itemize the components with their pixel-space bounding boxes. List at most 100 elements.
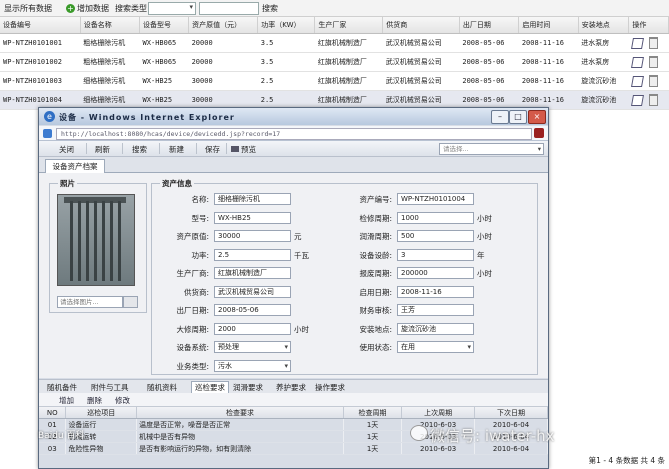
field-input[interactable]: 2000 — [214, 322, 291, 335]
field-label: 生产厂商: — [176, 269, 209, 278]
field-input[interactable]: 3 — [397, 248, 474, 261]
field-input[interactable]: 在用 — [397, 341, 474, 353]
status-bar: 第1 - 4 条数据 共 4 条 — [0, 451, 669, 467]
photo-legend: 照片 — [58, 178, 77, 189]
table-cell: 旋流沉砂池 — [578, 90, 629, 110]
table-row[interactable]: WP-NTZH0101003 细格栅除污机 WX-HB25 30000 2.5 红旗机械制… — [0, 71, 669, 91]
asset-info-panel: 资产信息 名称: 细格栅除污机 型号: WX-HB25 资产原值: 30000 元功率: 2.… — [151, 178, 538, 375]
search-button[interactable]: 搜索 — [262, 3, 278, 14]
table-cell: 20000 — [188, 52, 258, 72]
detail-tab[interactable]: 随机备件 — [47, 382, 77, 393]
close-button[interactable]: 关闭 — [59, 144, 74, 155]
field-input[interactable]: 1000 — [397, 211, 474, 224]
field-input[interactable]: 旋流沉砂池 — [397, 322, 474, 335]
table-row[interactable]: WP-NTZH0101001 粗格栅除污机 WX-HB065 20000 3.5 红旗机械… — [0, 33, 669, 53]
table-cell: WP-NTZH0101003 — [0, 71, 81, 91]
table-cell: 3.5 — [257, 33, 315, 53]
url-field[interactable]: http://localhost:8080/hcas/device/device… — [56, 128, 532, 140]
field-input[interactable]: 污水 — [214, 359, 291, 372]
field-label: 资产原值: — [176, 232, 209, 241]
field-input[interactable]: 王芳 — [397, 304, 474, 316]
field-label: 资产编号: — [359, 195, 392, 204]
detail-tab[interactable]: 操作要求 — [315, 382, 345, 393]
detail-tab[interactable]: 润滑要求 — [233, 382, 263, 393]
table-cell: 武汉机械贸易公司 — [382, 52, 460, 72]
field-label: 供货商: — [183, 287, 209, 297]
table-cell: 红旗机械制造厂 — [314, 52, 383, 72]
new-button[interactable]: 新建 — [169, 144, 184, 155]
baidu-watermark: Baidu 百科 — [38, 431, 85, 441]
field-unit: 小时 — [477, 269, 492, 278]
minimize-button[interactable]: – — [491, 110, 509, 124]
delete-icon[interactable] — [648, 37, 658, 49]
field-label: 大修周期: — [176, 324, 209, 334]
security-icon — [534, 128, 544, 138]
show-all-button[interactable]: 显示所有数据 — [4, 3, 52, 14]
field-unit: 千瓦 — [294, 250, 309, 260]
window-titlebar[interactable]: e 设备 - Windows Internet Explorer – □ × — [39, 108, 548, 125]
edit-icon[interactable] — [630, 94, 644, 106]
grid-header: 上次周期 — [401, 407, 476, 419]
field-input[interactable]: WP-NTZH0101004 — [397, 193, 474, 205]
delete-icon[interactable] — [648, 94, 658, 106]
detail-toolbar-button[interactable]: 增加 — [59, 395, 74, 406]
edit-icon[interactable] — [630, 75, 644, 87]
detail-tab[interactable]: 养护要求 — [276, 382, 306, 393]
edit-icon[interactable] — [630, 37, 644, 49]
delete-icon[interactable] — [648, 75, 658, 87]
field-input[interactable]: 红旗机械制造厂 — [214, 267, 291, 279]
edit-icon[interactable] — [630, 56, 644, 68]
table-cell: 武汉机械贸易公司 — [382, 33, 460, 53]
field-label: 名称: — [191, 195, 209, 204]
print-icon — [231, 146, 239, 152]
table-cell: 红旗机械制造厂 — [314, 33, 383, 53]
detail-toolbar-button[interactable]: 修改 — [115, 395, 130, 406]
browse-button[interactable] — [123, 296, 138, 308]
refresh-button[interactable]: 刷新 — [95, 144, 110, 155]
field-input[interactable]: 2008-05-06 — [214, 304, 291, 316]
field-input[interactable]: WX-HB25 — [214, 211, 291, 224]
field-input[interactable]: 武汉机械贸易公司 — [214, 285, 291, 298]
column-header: 启用时间 — [518, 17, 579, 34]
column-header: 出厂日期 — [459, 17, 520, 34]
save-button[interactable]: 保存 — [205, 144, 220, 155]
toolbar-divider — [196, 143, 197, 154]
asset-info-legend: 资产信息 — [160, 178, 194, 189]
field-input[interactable]: 500 — [397, 230, 474, 242]
wechat-icon — [410, 425, 428, 441]
field-input[interactable]: 2.5 — [214, 248, 291, 261]
table-cell: 30000 — [188, 71, 258, 91]
grid-header: 巡检项目 — [65, 407, 138, 419]
app-select[interactable]: 请选择... — [439, 143, 544, 155]
field-input[interactable]: 2008-11-16 — [397, 285, 474, 298]
field-input[interactable]: 细格栅除污机 — [214, 193, 291, 205]
row-actions — [628, 33, 669, 53]
table-cell: 3.5 — [257, 52, 315, 72]
field-unit: 小时 — [294, 324, 309, 334]
detail-tab[interactable]: 随机资料 — [147, 382, 177, 393]
preview-button[interactable]: 预览 — [231, 144, 256, 155]
field-input[interactable]: 200000 — [397, 267, 474, 279]
photo-path-input[interactable]: 请选择图片... — [57, 296, 123, 308]
table-cell: 武汉机械贸易公司 — [382, 71, 460, 91]
table-cell: 2.5 — [257, 71, 315, 91]
table-row[interactable]: WP-NTZH0101002 粗格栅除污机 WX-HB065 20000 3.5 红旗机械… — [0, 52, 669, 72]
add-button[interactable]: + 增加数据 — [66, 3, 109, 14]
close-window-button[interactable]: × — [528, 110, 546, 124]
grid-header: 检查周期 — [343, 407, 403, 419]
field-input[interactable]: 预处理 — [214, 341, 291, 353]
search-input[interactable] — [199, 2, 259, 15]
search-type-select[interactable] — [148, 2, 196, 15]
field-label: 使用状态: — [359, 343, 392, 352]
detail-tab[interactable]: 附件与工具 — [91, 382, 129, 393]
delete-icon[interactable] — [648, 56, 658, 68]
ie-logo-icon: e — [44, 111, 55, 122]
detail-toolbar-button[interactable]: 删除 — [87, 395, 102, 406]
column-header: 生产厂家 — [314, 17, 384, 34]
tab-asset-archive[interactable]: 设备资产档案 — [45, 159, 105, 173]
tab-strip: 设备资产档案 — [39, 157, 548, 173]
search-button-app[interactable]: 搜索 — [132, 144, 147, 155]
maximize-button[interactable]: □ — [509, 110, 527, 124]
detail-tab[interactable]: 巡检要求 — [191, 381, 229, 393]
field-input[interactable]: 30000 — [214, 230, 291, 242]
